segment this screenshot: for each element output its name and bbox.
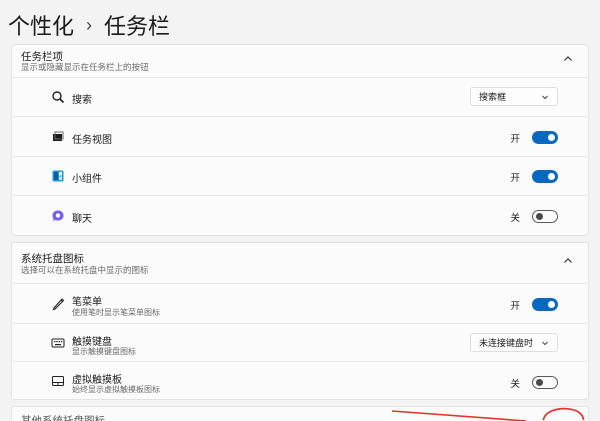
chevron-down-icon (542, 95, 548, 100)
chat-row: 聊天 关 (12, 195, 588, 236)
toggle-knob (536, 379, 543, 386)
pen-menu-toggle[interactable] (532, 298, 558, 311)
touch-keyboard-row: 触摸键盘 显示触摸键盘图标 未连接键盘时 (12, 323, 588, 361)
search-icon (52, 91, 65, 104)
chevron-down-icon (542, 341, 548, 346)
system-tray-header[interactable]: 系统托盘图标 选择可以在系统托盘中显示的图标 (12, 243, 588, 283)
page-title: 任务栏 (104, 14, 171, 39)
annotation-arrow (391, 410, 527, 421)
virtual-touchpad-state: 关 (510, 379, 520, 390)
virtual-touchpad-toggle[interactable] (532, 376, 558, 389)
chevron-up-icon[interactable] (562, 53, 574, 65)
widgets-icon (52, 170, 64, 182)
taskbar-items-header[interactable]: 任务栏项 显示或隐藏显示在任务栏上的按钮 (12, 45, 588, 77)
chevron-up-icon[interactable] (562, 255, 574, 267)
chat-state: 关 (510, 213, 520, 224)
breadcrumb: 个性化 › 任务栏 (8, 8, 170, 42)
pen-menu-label: 笔菜单 (72, 297, 102, 308)
section-subtitle: 显示或隐藏显示在任务栏上的按钮 (21, 62, 149, 72)
breadcrumb-separator: › (86, 15, 93, 35)
search-row: 搜索 搜索框 (12, 77, 588, 116)
search-mode-value: 搜索框 (479, 92, 507, 102)
chat-label: 聊天 (72, 214, 92, 225)
touchpad-icon (52, 376, 64, 386)
task-view-label: 任务视图 (72, 135, 112, 146)
breadcrumb-parent[interactable]: 个性化 (8, 9, 74, 41)
system-tray-icons-section: 系统托盘图标 选择可以在系统托盘中显示的图标 笔菜单 使用笔时显示笔菜单图标 开… (11, 242, 589, 400)
widgets-state: 开 (510, 173, 520, 184)
task-view-toggle[interactable] (532, 131, 558, 144)
widgets-row: 小组件 开 (12, 156, 588, 195)
toggle-knob (548, 301, 555, 308)
chat-toggle[interactable] (532, 210, 558, 223)
search-label: 搜索 (72, 95, 92, 106)
touch-keyboard-dropdown[interactable]: 未连接键盘时 (470, 333, 558, 352)
pen-icon (52, 298, 65, 311)
pen-menu-description: 使用笔时显示笔菜单图标 (72, 308, 160, 317)
keyboard-icon (51, 338, 65, 348)
virtual-touchpad-description: 始终显示虚拟触摸板图标 (72, 385, 160, 394)
pen-menu-state: 开 (510, 301, 520, 312)
virtual-touchpad-row: 虚拟触摸板 始终显示虚拟触摸板图标 关 (12, 361, 588, 400)
annotation-circle (542, 407, 585, 421)
task-view-state: 开 (510, 134, 520, 145)
chat-icon (52, 210, 64, 221)
taskbar-items-section: 任务栏项 显示或隐藏显示在任务栏上的按钮 搜索 搜索框 任务视图 开 小组件 开… (11, 44, 589, 236)
section-title: 其他系统托盘图标 (21, 415, 105, 421)
touch-keyboard-description: 显示触摸键盘图标 (72, 347, 136, 356)
touch-keyboard-value: 未连接键盘时 (479, 338, 534, 348)
task-view-row: 任务视图 开 (12, 116, 588, 156)
toggle-knob (548, 173, 555, 180)
widgets-toggle[interactable] (532, 170, 558, 183)
search-mode-dropdown[interactable]: 搜索框 (470, 87, 558, 106)
toggle-knob (548, 134, 555, 141)
toggle-knob (536, 213, 543, 220)
pen-menu-row: 笔菜单 使用笔时显示笔菜单图标 开 (12, 283, 588, 323)
section-subtitle: 选择可以在系统托盘中显示的图标 (21, 265, 149, 275)
task-view-icon (53, 131, 64, 141)
widgets-label: 小组件 (72, 174, 102, 185)
